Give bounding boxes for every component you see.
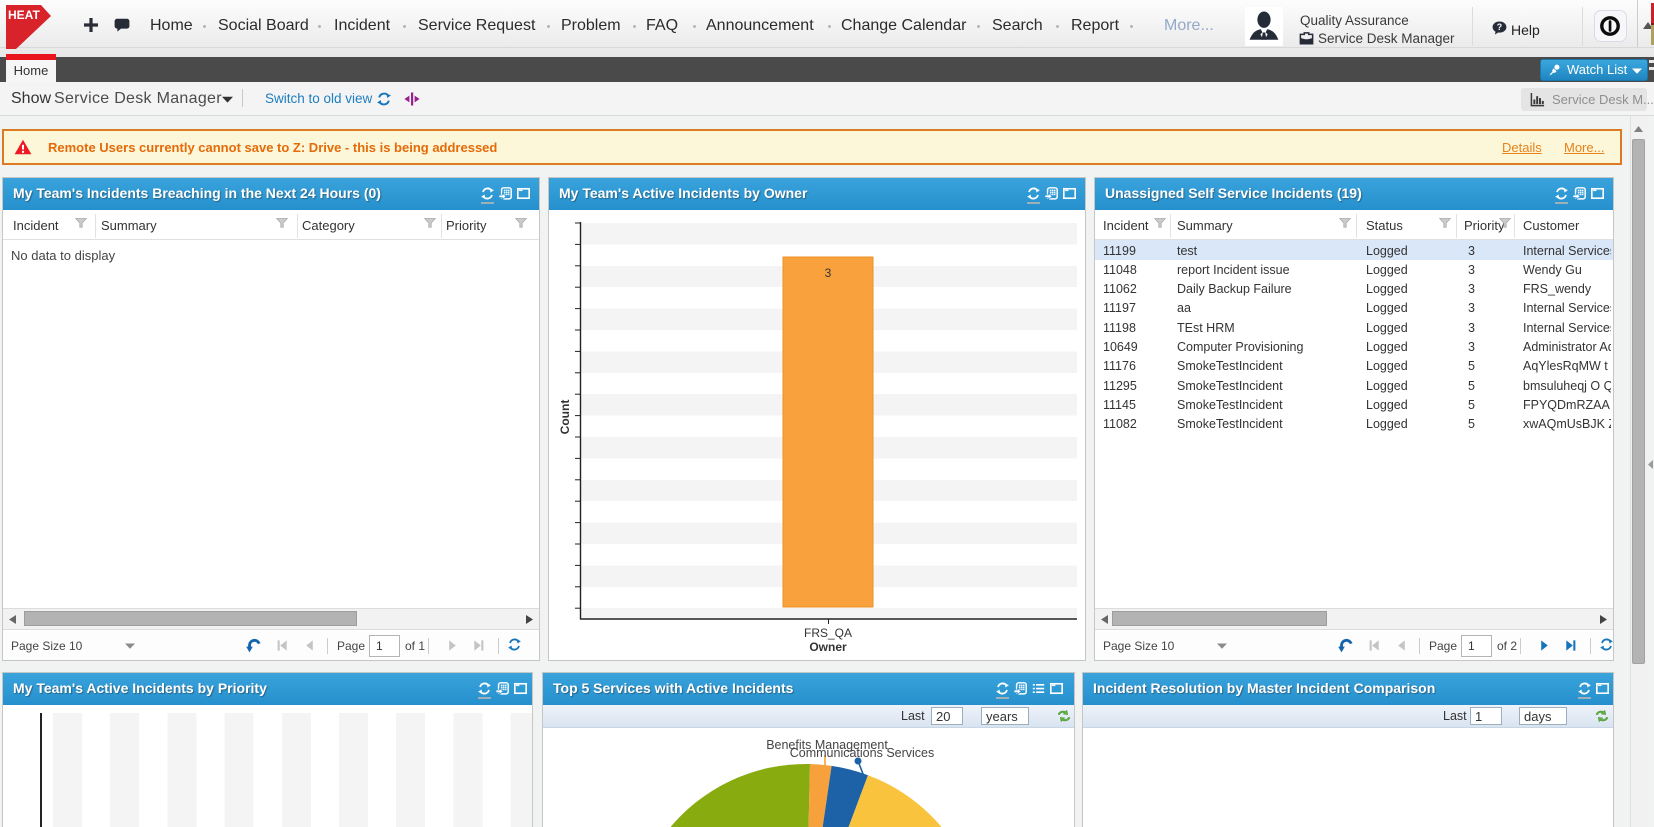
svg-text:HEAT: HEAT [8,8,40,22]
